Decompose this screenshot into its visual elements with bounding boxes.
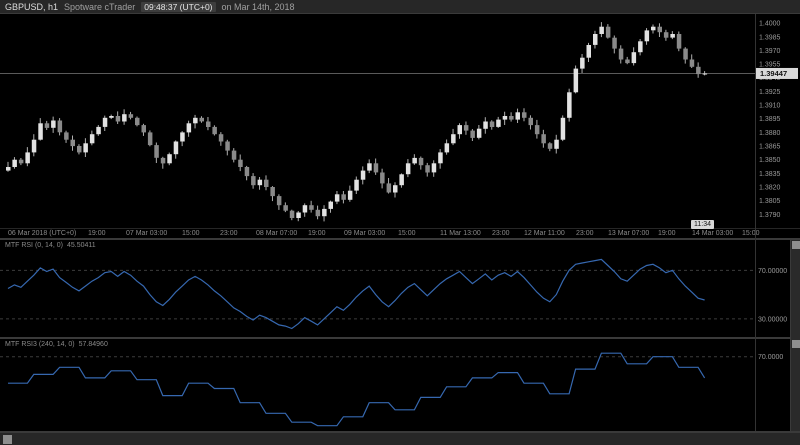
svg-text:1.3985: 1.3985 <box>759 34 781 41</box>
svg-text:1.3970: 1.3970 <box>759 48 781 55</box>
indicator-name-label: MTF RSI3 (240, 14, 0) <box>5 341 75 348</box>
time-axis-label: 23:00 <box>220 230 238 237</box>
time-axis-label: 19:00 <box>658 230 676 237</box>
svg-text:1.3850: 1.3850 <box>759 157 781 164</box>
ctrader-window: GBPUSD, h1 Spotware cTrader 09:48:37 (UT… <box>0 0 800 445</box>
svg-text:1.3790: 1.3790 <box>759 212 781 219</box>
indicator-name-label: MTF RSI (0, 14, 0) <box>5 242 63 249</box>
candlestick-series <box>6 22 708 222</box>
panel-scrollbar[interactable] <box>790 240 800 431</box>
level-label: 30.00000 <box>758 316 787 323</box>
level-label: 70.00000 <box>758 268 787 275</box>
svg-text:1.3865: 1.3865 <box>759 144 781 151</box>
svg-text:1.4000: 1.4000 <box>759 21 781 28</box>
price-axis-labels: 1.40001.39851.39701.39551.39401.39251.39… <box>759 21 781 219</box>
price-axis-divider <box>755 14 756 431</box>
time-axis-label: 19:00 <box>308 230 326 237</box>
rsi-step-line <box>8 352 706 427</box>
time-axis-label: 15:00 <box>398 230 416 237</box>
app-name-label: Spotware cTrader <box>64 1 136 12</box>
svg-text:1.39447: 1.39447 <box>760 69 787 78</box>
candlestick-chart-canvas[interactable]: 1.40001.39851.39701.39551.39401.39251.39… <box>0 14 800 228</box>
panel-collapse-button[interactable] <box>792 241 800 249</box>
rsi-chart-canvas[interactable]: 70.00000 30.00000 <box>0 240 790 337</box>
time-axis-label: 19:00 <box>88 230 106 237</box>
svg-text:1.3955: 1.3955 <box>759 62 781 69</box>
chart-titlebar: GBPUSD, h1 Spotware cTrader 09:48:37 (UT… <box>0 0 800 14</box>
svg-text:1.3895: 1.3895 <box>759 116 781 123</box>
price-chart-panel[interactable]: 1.40001.39851.39701.39551.39401.39251.39… <box>0 14 800 238</box>
time-axis-label: 23:00 <box>492 230 510 237</box>
time-axis-label: 06 Mar 2018 (UTC+0) <box>8 230 77 237</box>
svg-text:1.3925: 1.3925 <box>759 89 781 96</box>
indicator-value-label: 45.50411 <box>66 242 96 249</box>
bottom-bar <box>0 432 800 445</box>
rsi3-chart-canvas[interactable]: 70.0000 <box>0 339 790 431</box>
rsi-line <box>7 258 705 330</box>
scroll-grip[interactable] <box>3 435 12 444</box>
time-axis-label: 15:00 <box>182 230 200 237</box>
time-axis-label: 08 Mar 07:00 <box>256 230 298 237</box>
time-axis-label: 11 Mar 13:00 <box>440 230 481 237</box>
level-label: 70.0000 <box>758 354 783 361</box>
date-label: on Mar 14th, 2018 <box>221 1 295 12</box>
svg-text:1.3835: 1.3835 <box>759 171 781 178</box>
svg-text:1.3910: 1.3910 <box>759 103 781 110</box>
panel-collapse-button[interactable] <box>792 340 800 348</box>
symbol-timeframe-label: GBPUSD, h1 <box>5 1 59 12</box>
server-clock: 09:48:37 (UTC+0) <box>141 1 216 12</box>
indicator-value-label: 57.84960 <box>78 341 108 348</box>
indicator-header: MTF RSI (0, 14, 0) 45.50411 <box>5 242 96 249</box>
time-axis-label: 14 Mar 03:00 <box>692 230 734 237</box>
svg-text:1.3805: 1.3805 <box>759 198 781 205</box>
indicator-panel-rsi3[interactable]: 70.0000 MTF RSI3 (240, 14, 0) 57.84960 <box>0 339 800 431</box>
svg-text:1.3820: 1.3820 <box>759 185 781 192</box>
indicator-header: MTF RSI3 (240, 14, 0) 57.84960 <box>5 341 108 348</box>
time-axis-label: 07 Mar 03:00 <box>126 230 168 237</box>
svg-text:1.3880: 1.3880 <box>759 130 781 137</box>
time-axis-label: 12 Mar 11:00 <box>524 230 565 237</box>
indicator-panel-rsi[interactable]: 70.00000 30.00000 MTF RSI (0, 14, 0) 45.5… <box>0 240 800 337</box>
time-axis-label: 23:00 <box>576 230 594 237</box>
time-axis-label: 15:00 <box>742 230 760 237</box>
time-axis-label: 13 Mar 07:00 <box>608 230 650 237</box>
time-axis-label: 09 Mar 03:00 <box>344 230 386 237</box>
bar-countdown-tag: 11:34 <box>691 220 714 229</box>
